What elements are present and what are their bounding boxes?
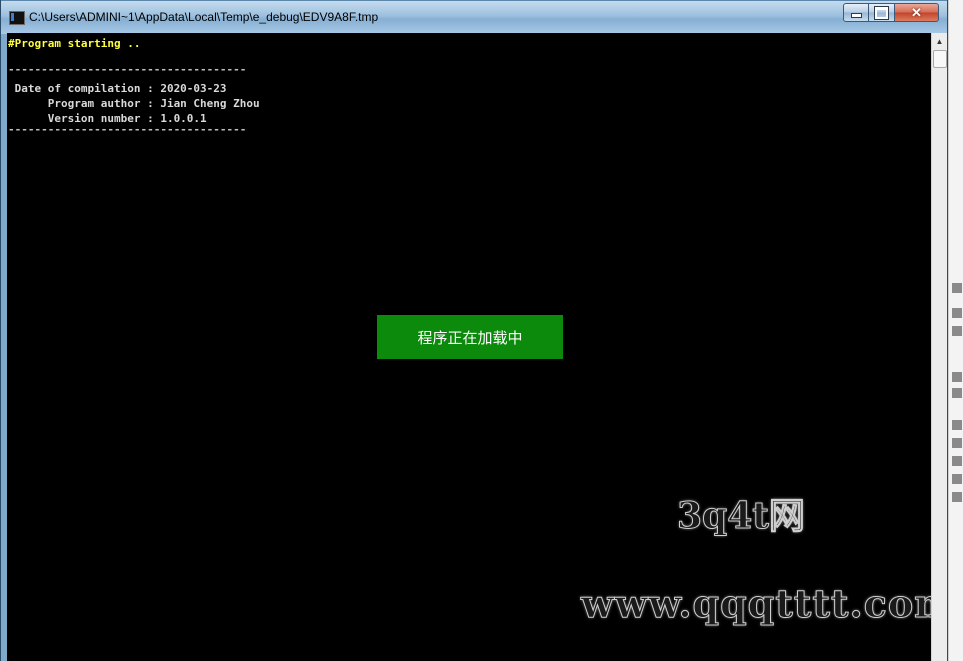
scrollbar-thumb[interactable] (933, 50, 947, 68)
close-icon: ✕ (911, 4, 922, 20)
bg-glyph (952, 420, 962, 430)
maximize-icon (874, 5, 889, 20)
watermark-url: www.qqqtttt.com (580, 581, 931, 627)
bg-glyph (952, 388, 962, 398)
bg-glyph (952, 308, 962, 318)
scroll-up-arrow-icon[interactable]: ▲ (932, 33, 947, 49)
minimize-button[interactable] (843, 3, 869, 22)
vertical-scrollbar[interactable]: ▲ (931, 33, 947, 661)
separator-bottom: ------------------------------------ (8, 123, 247, 136)
minimize-icon (850, 13, 862, 18)
bg-glyph (952, 474, 962, 484)
compilation-date-line: Date of compilation : 2020-03-23 (8, 82, 227, 95)
bg-glyph (952, 372, 962, 382)
window-title: C:\Users\ADMINI~1\AppData\Local\Temp\e_d… (29, 10, 379, 24)
console-window: C:\Users\ADMINI~1\AppData\Local\Temp\e_d… (0, 0, 948, 661)
bg-glyph (952, 326, 962, 336)
bg-glyph (952, 456, 962, 466)
separator-top: ------------------------------------ (8, 63, 247, 76)
loading-banner: 程序正在加载中 (377, 315, 563, 359)
console-app-icon[interactable] (9, 11, 25, 25)
caption-buttons: ✕ (843, 3, 939, 23)
author-line: Program author : Jian Cheng Zhou (8, 97, 260, 110)
maximize-button[interactable] (869, 3, 895, 22)
bg-glyph (952, 492, 962, 502)
bg-glyph (952, 438, 962, 448)
program-start-line: #Program starting .. (8, 37, 141, 50)
console-output[interactable]: #Program starting .. -------------------… (7, 33, 931, 661)
bg-glyph (952, 283, 962, 293)
background-window-strip (948, 0, 963, 661)
title-bar[interactable]: C:\Users\ADMINI~1\AppData\Local\Temp\e_d… (1, 0, 947, 34)
watermark-logo: 3q4t网 (677, 495, 806, 538)
close-button[interactable]: ✕ (895, 3, 939, 22)
